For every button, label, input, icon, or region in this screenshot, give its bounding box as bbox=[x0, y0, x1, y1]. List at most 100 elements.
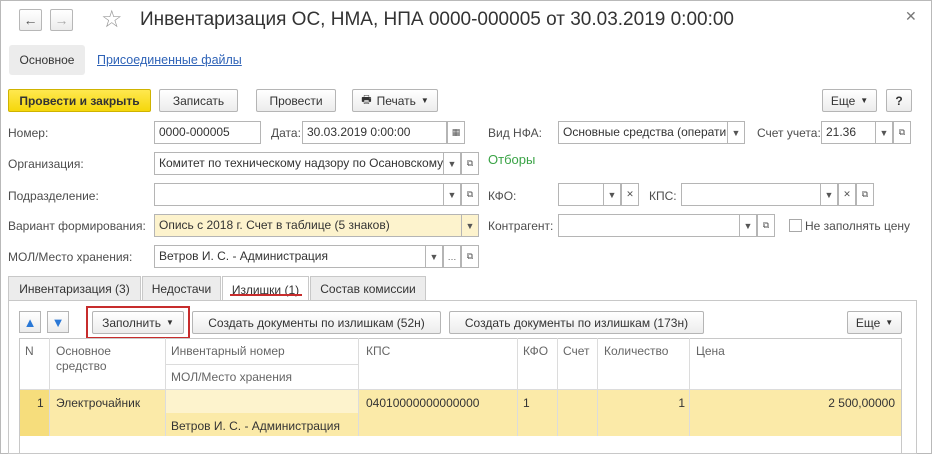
col-divider bbox=[557, 338, 558, 436]
header-n[interactable]: N bbox=[25, 344, 34, 358]
date-label: Дата: bbox=[271, 126, 301, 140]
kps-dropdown-icon[interactable]: ▼ bbox=[820, 183, 838, 206]
printer-icon: 🖶 bbox=[361, 94, 372, 106]
print-button[interactable]: 🖶 Печать ▼ bbox=[352, 89, 438, 112]
tab-shortages[interactable]: Недостачи bbox=[142, 276, 221, 301]
attached-files-link[interactable]: Присоединенные файлы bbox=[97, 53, 242, 67]
variant-label: Вариант формирования: bbox=[8, 219, 146, 233]
filters-link[interactable]: Отборы bbox=[488, 152, 535, 167]
cell-kfo: 1 bbox=[523, 396, 530, 410]
tab-commission[interactable]: Состав комиссии bbox=[310, 276, 426, 301]
row-number-cell bbox=[20, 390, 49, 436]
col-divider bbox=[517, 338, 518, 436]
forward-button[interactable]: → bbox=[50, 9, 73, 31]
account-open-icon[interactable]: ⧉ bbox=[893, 121, 911, 144]
org-label: Организация: bbox=[8, 157, 84, 171]
dept-field[interactable] bbox=[154, 183, 444, 206]
close-icon[interactable]: ✕ bbox=[905, 8, 917, 25]
arrow-down-icon: ▼ bbox=[51, 314, 65, 330]
header-mol[interactable]: МОЛ/Место хранения bbox=[171, 370, 292, 384]
mol-select-icon[interactable]: … bbox=[443, 245, 461, 268]
kfo-clear-icon[interactable]: ✕ bbox=[621, 183, 639, 206]
tab-inventory[interactable]: Инвентаризация (3) bbox=[8, 276, 141, 301]
save-label: Записать bbox=[172, 93, 225, 108]
header-bottom-line bbox=[20, 389, 901, 390]
col-divider bbox=[49, 338, 50, 436]
date-field[interactable]: 30.03.2019 0:00:00 bbox=[302, 121, 447, 144]
more-button[interactable]: Еще ▼ bbox=[822, 89, 877, 112]
print-label: Печать bbox=[376, 93, 416, 108]
col-divider bbox=[358, 338, 359, 436]
chevron-down-icon: ▼ bbox=[420, 96, 429, 105]
variant-field[interactable]: Опись с 2018 г. Счет в таблице (5 знаков… bbox=[154, 214, 462, 237]
mol-dropdown-icon[interactable]: ▼ bbox=[425, 245, 443, 268]
kfo-field[interactable] bbox=[558, 183, 604, 206]
table-more-button[interactable]: Еще ▼ bbox=[847, 311, 902, 334]
account-field[interactable]: 21.36 bbox=[821, 121, 876, 144]
tab-inventory-label: Инвентаризация (3) bbox=[19, 282, 130, 296]
more-label: Еще bbox=[830, 93, 856, 108]
dept-open-icon[interactable]: ⧉ bbox=[461, 183, 479, 206]
save-button[interactable]: Записать bbox=[159, 89, 238, 112]
contractor-field[interactable] bbox=[558, 214, 740, 237]
header-kps[interactable]: КПС bbox=[366, 344, 390, 358]
table-more-label: Еще bbox=[855, 315, 881, 330]
mol-label: МОЛ/Место хранения: bbox=[8, 250, 133, 264]
tab-shortages-label: Недостачи bbox=[151, 282, 212, 296]
number-field[interactable]: 0000-000005 bbox=[154, 121, 261, 144]
inv-number-cell[interactable] bbox=[166, 390, 358, 413]
col-divider bbox=[597, 338, 598, 436]
header-kfo[interactable]: КФО bbox=[523, 344, 548, 358]
no-price-checkbox[interactable] bbox=[789, 219, 802, 232]
nfa-dropdown-icon[interactable]: ▼ bbox=[727, 121, 745, 144]
help-button[interactable]: ? bbox=[886, 89, 912, 112]
dept-dropdown-icon[interactable]: ▼ bbox=[443, 183, 461, 206]
kfo-label: КФО: bbox=[488, 189, 517, 203]
tab-main[interactable]: Основное bbox=[9, 45, 85, 75]
calendar-icon[interactable]: ▦ bbox=[447, 121, 465, 144]
no-price-label: Не заполнять цену bbox=[805, 219, 911, 233]
move-up-button[interactable]: ▲ bbox=[19, 311, 41, 333]
post-and-close-button[interactable]: Провести и закрыть bbox=[8, 89, 151, 112]
org-dropdown-icon[interactable]: ▼ bbox=[443, 152, 461, 175]
contractor-open-icon[interactable]: ⧉ bbox=[757, 214, 775, 237]
dept-label: Подразделение: bbox=[8, 189, 99, 203]
header-account[interactable]: Счет bbox=[563, 344, 590, 358]
chevron-down-icon: ▼ bbox=[885, 318, 894, 327]
page-title: Инвентаризация ОС, НМА, НПА 0000-000005 … bbox=[140, 9, 735, 30]
back-button[interactable]: ← bbox=[19, 9, 42, 31]
kps-open-icon[interactable]: ⧉ bbox=[856, 183, 874, 206]
post-label: Провести bbox=[269, 93, 323, 108]
header-divider bbox=[166, 364, 358, 365]
header-price[interactable]: Цена bbox=[696, 344, 725, 358]
kfo-dropdown-icon[interactable]: ▼ bbox=[603, 183, 621, 206]
tab-surpluses[interactable]: Излишки (1) bbox=[222, 276, 309, 302]
contractor-label: Контрагент: bbox=[488, 219, 554, 233]
variant-dropdown-icon[interactable]: ▼ bbox=[461, 214, 479, 237]
cell-price: 2 500,00000 bbox=[828, 396, 895, 410]
arrow-left-icon: ← bbox=[23, 12, 38, 28]
create-docs-173n-label: Создать документы по излишкам (173н) bbox=[464, 315, 689, 330]
org-open-icon[interactable]: ⧉ bbox=[461, 152, 479, 175]
tab-main-label: Основное bbox=[19, 53, 75, 67]
kps-clear-icon[interactable]: ✕ bbox=[838, 183, 856, 206]
header-asset[interactable]: Основное средство bbox=[56, 344, 156, 374]
header-qty[interactable]: Количество bbox=[604, 344, 668, 358]
nfa-type-field[interactable]: Основные средства (операти bbox=[558, 121, 728, 144]
mol-open-icon[interactable]: ⧉ bbox=[461, 245, 479, 268]
post-button[interactable]: Провести bbox=[256, 89, 336, 112]
cell-n: 1 bbox=[37, 396, 44, 410]
kps-field[interactable] bbox=[681, 183, 821, 206]
header-inv-number[interactable]: Инвентарный номер bbox=[171, 344, 285, 358]
create-docs-173n-button[interactable]: Создать документы по излишкам (173н) bbox=[449, 311, 704, 334]
number-label: Номер: bbox=[8, 126, 49, 140]
create-docs-52n-button[interactable]: Создать документы по излишкам (52н) bbox=[192, 311, 441, 334]
mol-field[interactable]: Ветров И. С. - Администрация bbox=[154, 245, 426, 268]
cell-mol: Ветров И. С. - Администрация bbox=[171, 419, 340, 433]
org-field[interactable]: Комитет по техническому надзору по Осано… bbox=[154, 152, 444, 175]
move-down-button[interactable]: ▼ bbox=[47, 311, 69, 333]
contractor-dropdown-icon[interactable]: ▼ bbox=[739, 214, 757, 237]
favorite-star-icon[interactable]: ☆ bbox=[101, 5, 123, 34]
account-dropdown-icon[interactable]: ▼ bbox=[875, 121, 893, 144]
fill-button-highlight bbox=[86, 306, 190, 339]
